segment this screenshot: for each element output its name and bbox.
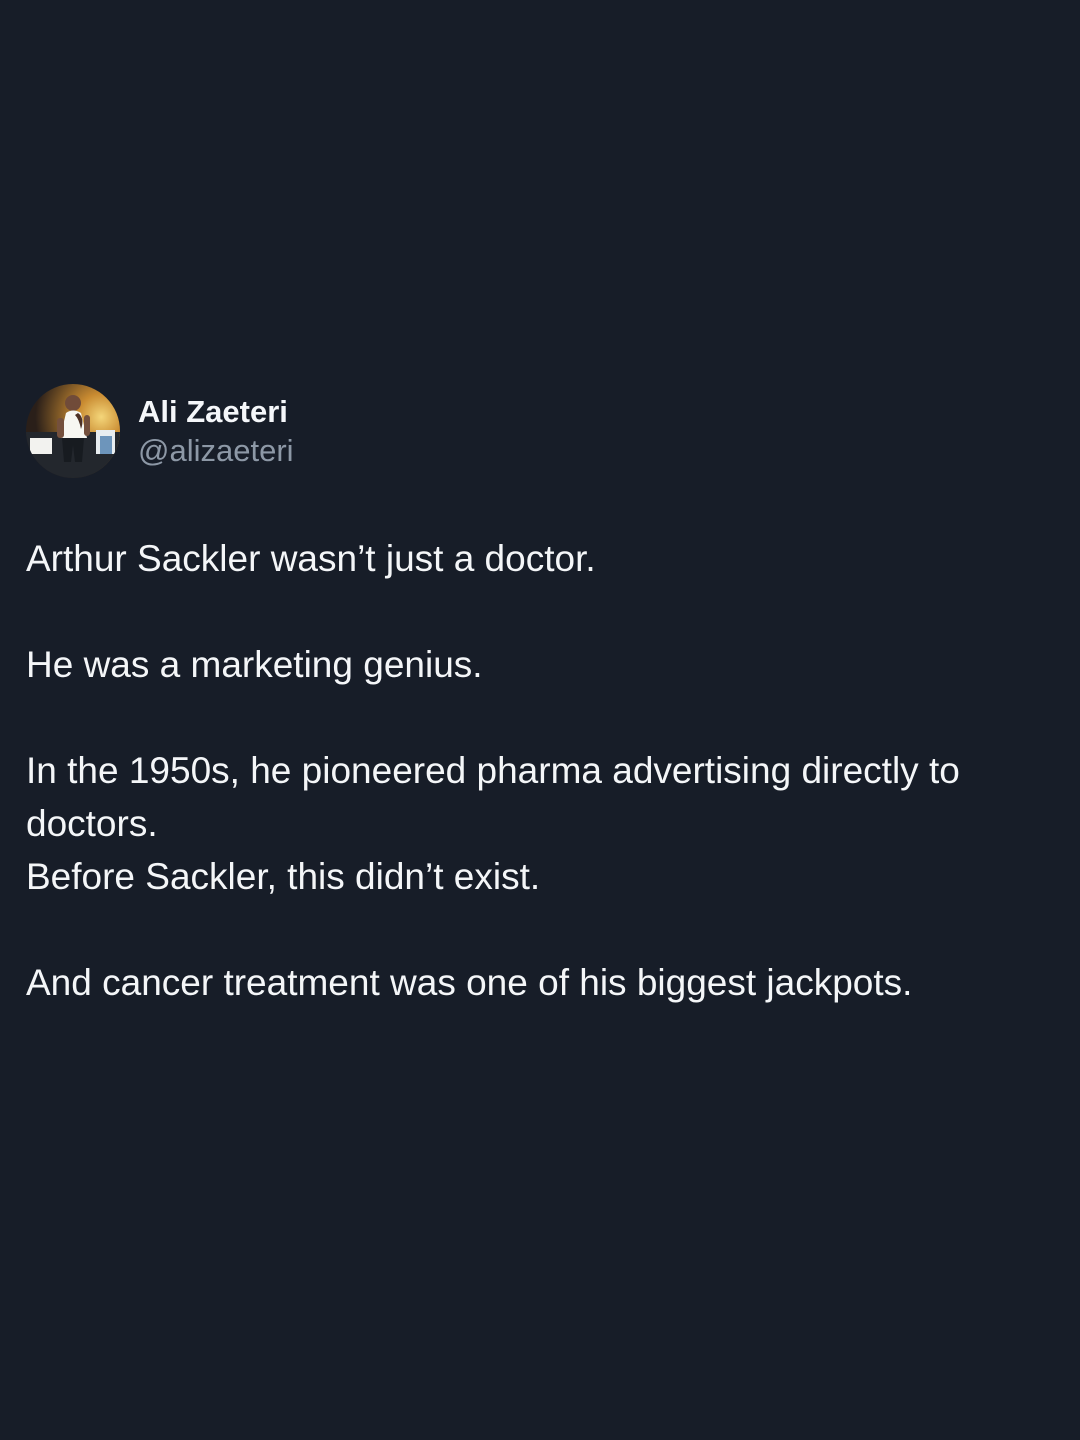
tweet-line: doctors. bbox=[26, 803, 158, 844]
tweet-line: Before Sackler, this didn’t exist. bbox=[26, 856, 541, 897]
tweet-line: In the 1950s, he pioneered pharma advert… bbox=[26, 750, 960, 791]
user-handle[interactable]: @alizaeteri bbox=[138, 435, 294, 466]
author-header[interactable]: Ali Zaeteri @alizaeteri bbox=[26, 383, 294, 479]
display-name[interactable]: Ali Zaeteri bbox=[138, 396, 294, 427]
tweet-body: Arthur Sackler wasn’t just a doctor. He … bbox=[26, 532, 1046, 1009]
tweet-paragraph: He was a marketing genius. bbox=[26, 644, 483, 685]
tweet-paragraph: In the 1950s, he pioneered pharma advert… bbox=[26, 744, 1046, 903]
tweet-card: Ali Zaeteri @alizaeteri Arthur Sackler w… bbox=[0, 0, 1080, 1440]
author-identity: Ali Zaeteri @alizaeteri bbox=[138, 396, 294, 466]
tweet-paragraph: Arthur Sackler wasn’t just a doctor. bbox=[26, 538, 596, 579]
profile-photo-icon bbox=[26, 384, 120, 478]
tweet-paragraph: And cancer treatment was one of his bigg… bbox=[26, 962, 913, 1003]
avatar[interactable] bbox=[26, 384, 120, 478]
